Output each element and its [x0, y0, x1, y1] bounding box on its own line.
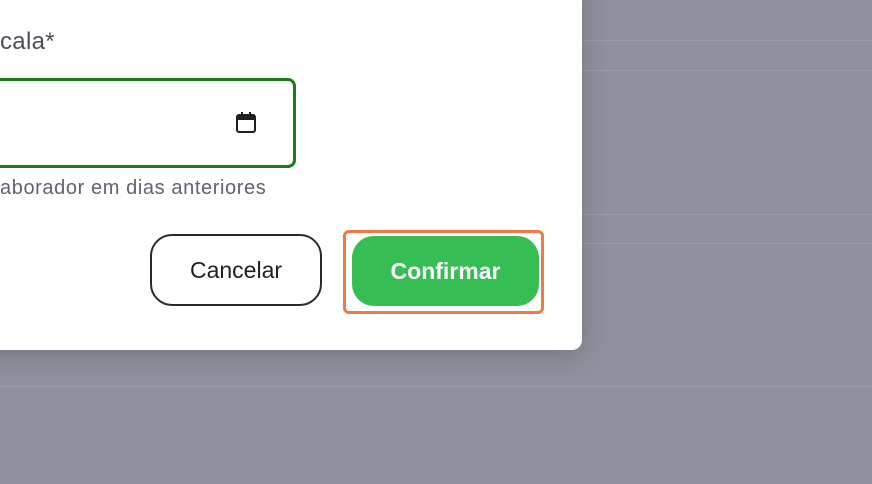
- calendar-icon[interactable]: [235, 111, 257, 135]
- date-field[interactable]: [0, 78, 296, 168]
- date-field-label: cala*: [0, 28, 55, 55]
- confirm-button[interactable]: Confirmar: [352, 236, 539, 306]
- cancel-button[interactable]: Cancelar: [150, 234, 322, 306]
- date-field-helper-text: aborador em dias anteriores: [0, 177, 267, 199]
- dialog-content: cala* aborador em dias anteriores Cancel…: [0, 0, 582, 350]
- background-row-divider: [0, 386, 872, 387]
- confirmation-dialog: cala* aborador em dias anteriores Cancel…: [0, 0, 582, 350]
